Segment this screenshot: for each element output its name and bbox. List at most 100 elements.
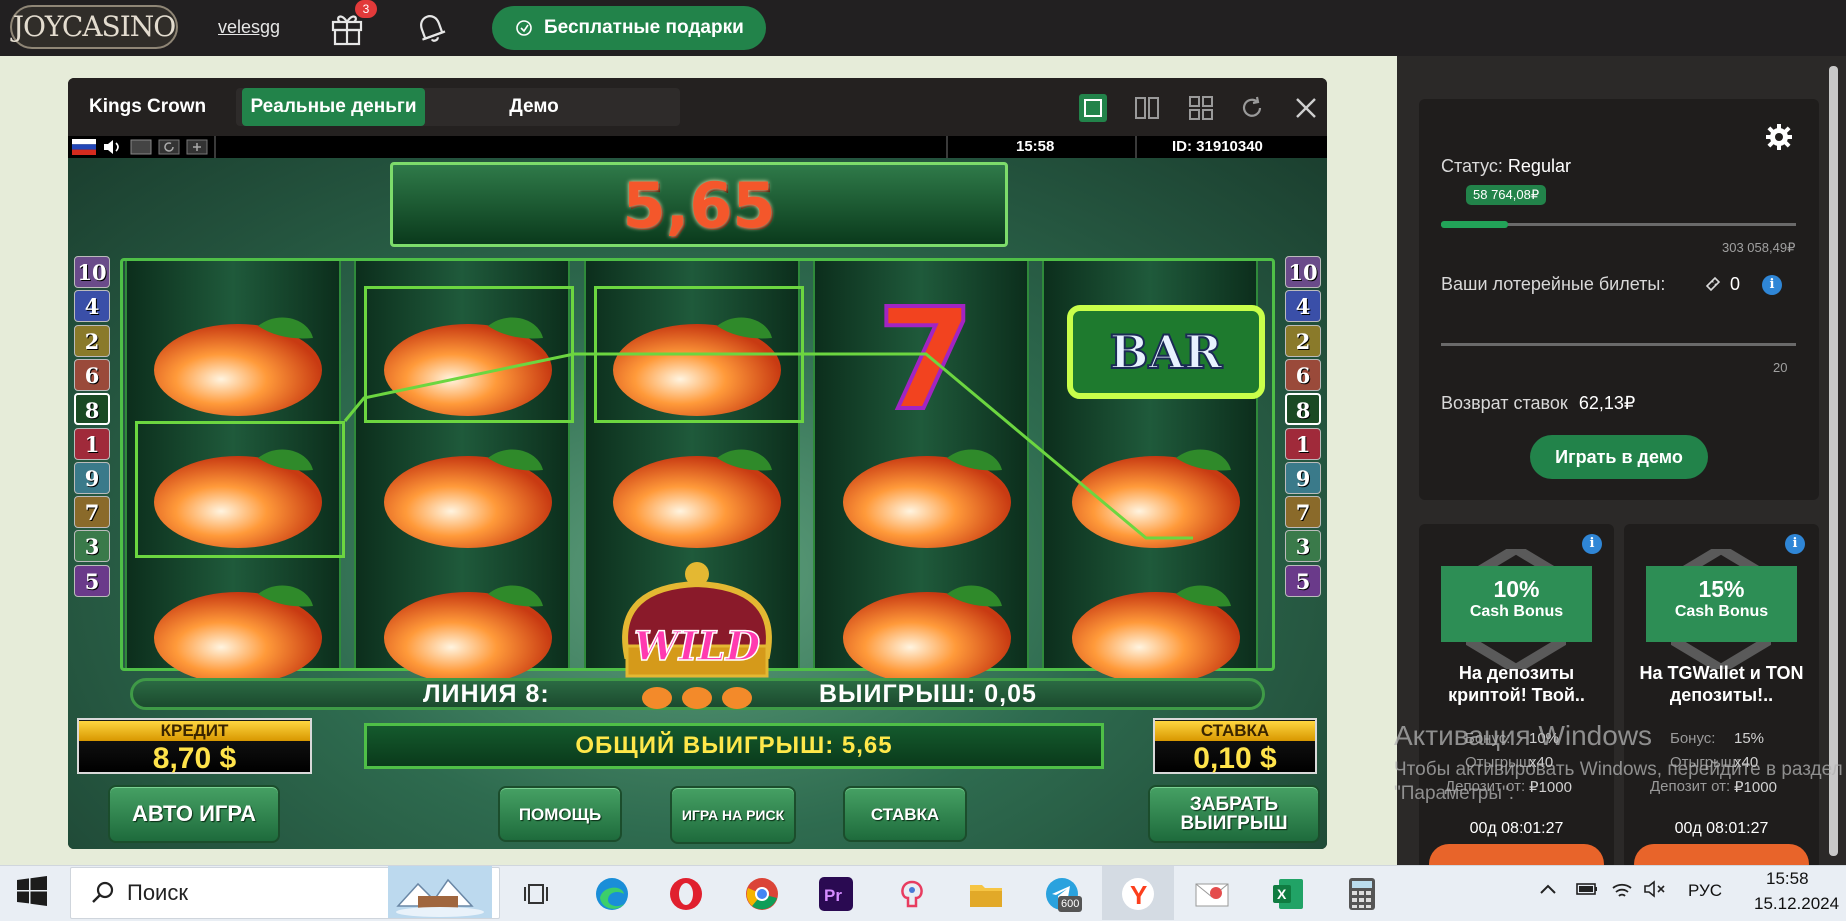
bonus-timer: 00д 08:01:27 xyxy=(1674,820,1769,837)
bonus-card[interactable]: 10% Cash Bonus i На депозиты криптой! Тв… xyxy=(1419,524,1614,884)
search-placeholder: Поиск xyxy=(127,880,188,905)
search-highlight-icon xyxy=(388,866,492,918)
mail-app-icon[interactable] xyxy=(1190,872,1234,916)
status-label: Статус: xyxy=(1441,156,1503,176)
bonus-label: Бонус: xyxy=(1670,730,1716,747)
gear-icon[interactable] xyxy=(1764,122,1794,152)
line-symbols xyxy=(642,687,752,709)
gift-tag-icon xyxy=(516,20,532,36)
line-label: ЛИНИЯ 8: xyxy=(423,680,550,708)
collect-win-button[interactable]: ЗАБРАТЬ ВЫИГРЫШ xyxy=(1148,785,1320,843)
points-max: 303 058,49₽ xyxy=(1722,240,1796,255)
volume-muted-icon[interactable] xyxy=(1643,879,1667,899)
tab-real-money[interactable]: Реальные деньги xyxy=(242,88,425,126)
chevron-up-icon[interactable] xyxy=(1538,882,1558,896)
username-link[interactable]: velesgg xyxy=(218,17,280,38)
search-icon xyxy=(92,881,114,903)
yandex-browser-icon[interactable]: Y xyxy=(1116,872,1160,916)
tickets-progress xyxy=(1441,343,1796,346)
game-session-id: ID: 31910340 xyxy=(1172,138,1263,155)
status-progress xyxy=(1441,221,1796,228)
stake-display: СТАВКА 0,10 $ xyxy=(1153,718,1317,775)
battery-icon[interactable] xyxy=(1575,880,1599,898)
slot-area: 5,65 10 4 2 6 8 1 9 7 3 5 10 4 2 6 8 1 9 7 3 5 7 BAR WILD ЛИ… xyxy=(68,158,1327,849)
taskbar-date[interactable]: 15.12.2024 xyxy=(1754,894,1839,914)
split-view-icon[interactable] xyxy=(1133,94,1161,122)
chrome-icon[interactable] xyxy=(740,872,784,916)
bonus-name: Cash Bonus xyxy=(1674,603,1769,620)
language-indicator[interactable]: РУС xyxy=(1688,881,1722,901)
status-row: Статус: Regular xyxy=(1441,156,1571,177)
bonus-timer: 00д 08:01:27 xyxy=(1469,820,1564,837)
russia-flag-icon[interactable] xyxy=(72,139,96,155)
history-icon[interactable] xyxy=(158,139,180,155)
line-win-label: ВЫИГРЫШ: 0,05 xyxy=(819,680,1037,708)
credit-value: 8,70 $ xyxy=(152,742,237,775)
credit-label: КРЕДИТ xyxy=(79,721,310,741)
svg-text:Pr: Pr xyxy=(824,886,842,905)
mode-tabs: Реальные деньги Демо xyxy=(236,88,680,126)
tickets-count: 0 xyxy=(1730,274,1741,294)
premiere-icon[interactable]: Pr xyxy=(814,872,858,916)
bonus-name: Cash Bonus xyxy=(1469,603,1564,620)
scrollbar-thumb[interactable] xyxy=(1829,66,1838,856)
gamble-button[interactable]: ИГРА НА РИСК xyxy=(670,786,796,844)
close-icon[interactable] xyxy=(1292,94,1320,122)
stake-value: 0,10 $ xyxy=(1193,742,1277,775)
settings-small-icon[interactable] xyxy=(186,139,208,155)
tab-demo[interactable]: Демо xyxy=(484,88,584,126)
wifi-icon[interactable] xyxy=(1610,878,1634,900)
free-gifts-label: Бесплатные подарки xyxy=(544,17,744,38)
paint-app-icon[interactable] xyxy=(890,872,934,916)
total-win-display: ОБЩИЙ ВЫИГРЫШ: 5,65 xyxy=(364,723,1104,769)
bonus-badge: 15% Cash Bonus xyxy=(1646,566,1797,642)
game-header: Kings Crown Реальные деньги Демо xyxy=(68,78,1327,136)
grid-view-icon[interactable] xyxy=(1187,94,1215,122)
stake-label: СТАВКА xyxy=(1155,721,1315,741)
windows-activation-text: Чтобы активировать Windows, перейдите в … xyxy=(1394,759,1843,804)
tickets-max: 20 xyxy=(1773,360,1788,375)
bonus-value: 15% xyxy=(1734,730,1765,747)
single-view-icon[interactable] xyxy=(1079,94,1107,122)
autoplay-button[interactable]: АВТО ИГРА xyxy=(108,785,280,843)
bonus-badge: 10% Cash Bonus xyxy=(1441,566,1592,642)
game-window: Kings Crown Реальные деньги Демо 15:58 I… xyxy=(68,78,1327,849)
help-button[interactable]: ПОМОЩЬ xyxy=(498,786,622,842)
game-clock: 15:58 xyxy=(1016,138,1055,155)
bonus-percent: 15% xyxy=(1698,576,1745,602)
cashback-row: Возврат ставок 62,13₽ xyxy=(1441,393,1635,414)
info-icon[interactable]: i xyxy=(1785,534,1805,554)
task-view-icon[interactable] xyxy=(514,872,558,916)
calculator-icon[interactable] xyxy=(1340,872,1384,916)
edge-icon[interactable] xyxy=(590,872,634,916)
game-title: Kings Crown xyxy=(89,96,207,117)
status-progress-fill xyxy=(1441,221,1509,228)
windows-activation-title: Активация Windows xyxy=(1394,720,1653,751)
joycasino-logo[interactable]: JOYCASINO xyxy=(10,5,178,49)
svg-text:X: X xyxy=(1277,886,1287,902)
file-explorer-icon[interactable] xyxy=(964,872,1008,916)
excel-icon[interactable]: X xyxy=(1266,872,1310,916)
credit-display: КРЕДИТ 8,70 $ xyxy=(77,718,312,775)
taskbar-time[interactable]: 15:58 xyxy=(1766,869,1809,889)
opera-icon[interactable] xyxy=(664,872,708,916)
bonus-card[interactable]: 15% Cash Bonus i На TGWallet и TON депоз… xyxy=(1624,524,1819,884)
cashback-value: 62,13₽ xyxy=(1578,393,1636,413)
windows-start-icon[interactable] xyxy=(17,876,47,906)
free-gifts-button[interactable]: Бесплатные подарки xyxy=(492,6,766,50)
bell-icon[interactable] xyxy=(411,8,451,48)
stake-button[interactable]: СТАВКА xyxy=(843,786,967,842)
info-icon[interactable]: i xyxy=(1582,534,1602,554)
play-demo-button[interactable]: Играть в демо xyxy=(1530,435,1708,479)
bonus-title: На депозиты криптой! Твой.. xyxy=(1448,663,1585,705)
sound-icon[interactable] xyxy=(102,139,124,155)
telegram-badge: 600 xyxy=(1058,896,1083,912)
tickets-label: Ваши лотерейные билеты: xyxy=(1441,274,1666,294)
svg-text:Y: Y xyxy=(1130,880,1147,910)
fullscreen-icon[interactable] xyxy=(130,139,152,155)
reload-icon[interactable] xyxy=(1238,94,1266,122)
ticket-icon xyxy=(1705,276,1721,292)
info-icon[interactable]: i xyxy=(1762,275,1782,295)
cashback-label: Возврат ставок xyxy=(1441,393,1568,413)
bonus-percent: 10% xyxy=(1493,576,1540,602)
